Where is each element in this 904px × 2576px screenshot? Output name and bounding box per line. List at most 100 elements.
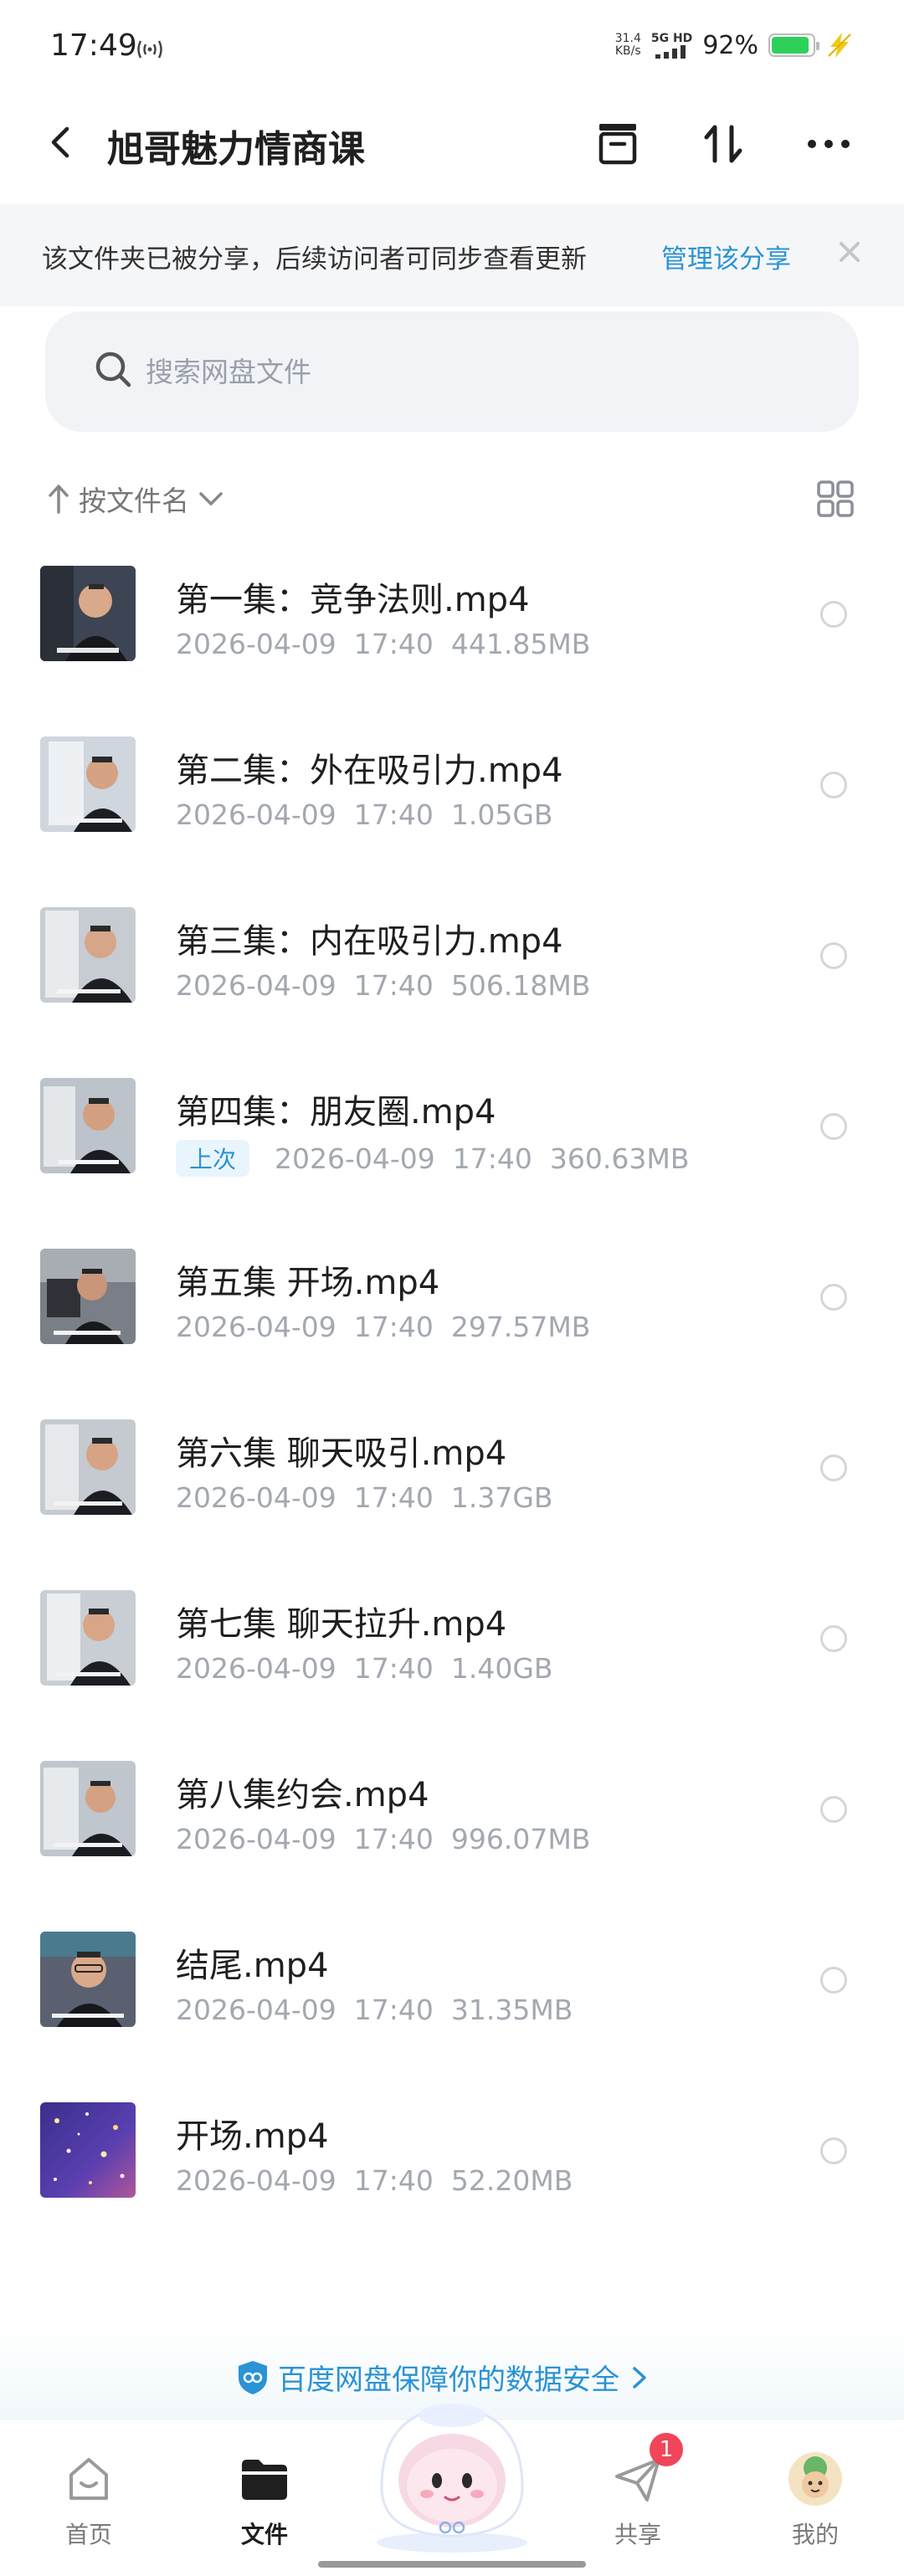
select-checkbox[interactable]: [820, 601, 847, 628]
file-time: 17:40: [353, 1652, 434, 1685]
select-checkbox[interactable]: [820, 1796, 847, 1823]
select-checkbox[interactable]: [820, 1967, 847, 1994]
close-icon[interactable]: [835, 238, 864, 266]
grid-view-icon[interactable]: [815, 479, 855, 519]
file-row[interactable]: 第五集 开场.mp4 2026-04-09 17:40 297.57MB: [0, 1227, 904, 1398]
select-checkbox[interactable]: [820, 1113, 847, 1140]
chevron-down-icon: [199, 492, 223, 505]
file-date: 2026-04-09: [176, 2164, 336, 2197]
avatar-icon: [788, 2452, 842, 2506]
select-checkbox[interactable]: [820, 1625, 847, 1652]
net-speed-unit: KB/s: [614, 44, 641, 58]
folder-icon: [242, 2460, 287, 2500]
file-row[interactable]: 结尾.mp4 2026-04-09 17:40 31.35MB: [0, 1910, 904, 2081]
nav-me-label: 我的: [791, 2521, 839, 2548]
battery-cap: [816, 42, 819, 50]
video-thumbnail: [40, 566, 136, 661]
nav-files[interactable]: 文件: [206, 2450, 323, 2550]
file-date: 2026-04-09: [176, 1311, 336, 1343]
file-meta: 2026-04-09 17:40 52.20MB: [176, 2164, 573, 2197]
search-box[interactable]: [45, 311, 859, 432]
file-row[interactable]: 第七集 聊天拉升.mp4 2026-04-09 17:40 1.40GB: [0, 1568, 904, 1739]
select-checkbox[interactable]: [820, 942, 847, 969]
file-name: 第六集 聊天吸引.mp4: [176, 1434, 507, 1473]
video-thumbnail: [40, 736, 136, 832]
file-row[interactable]: 第二集：外在吸引力.mp4 2026-04-09 17:40 1.05GB: [0, 715, 904, 885]
search-input[interactable]: [146, 345, 815, 398]
home-indicator: [318, 2561, 586, 2568]
nav-home[interactable]: 首页: [30, 2450, 147, 2550]
archive-icon[interactable]: [593, 119, 643, 169]
nav-share[interactable]: 1 共享: [579, 2433, 696, 2550]
file-size: 31.35MB: [450, 1994, 573, 2026]
shield-icon: [239, 2360, 267, 2394]
file-row[interactable]: 第六集 聊天吸引.mp4 2026-04-09 17:40 1.37GB: [0, 1398, 904, 1568]
signal-icon: [655, 44, 686, 59]
file-time: 17:40: [452, 1142, 532, 1175]
file-size: 1.37GB: [450, 1481, 553, 1514]
last-viewed-badge: 上次: [176, 1140, 250, 1177]
file-size: 441.85MB: [450, 628, 591, 660]
file-name: 第八集约会.mp4: [176, 1776, 429, 1814]
file-meta: 2026-04-09 17:40 441.85MB: [176, 628, 590, 660]
more-dots-icon[interactable]: [804, 119, 854, 169]
status-bar: 17:49 31.4 KB/s 5G HD 92%: [0, 0, 904, 92]
battery-icon: [768, 33, 819, 57]
file-name: 第三集：内在吸引力.mp4: [176, 922, 563, 961]
nfc-icon: [137, 40, 162, 59]
video-thumbnail: [40, 1419, 136, 1515]
file-date: 2026-04-09: [275, 1142, 435, 1175]
share-notice-banner: 该文件夹已被分享，后续访问者可同步查看更新 管理该分享: [0, 204, 904, 306]
arrow-up-icon: [49, 485, 69, 514]
file-time: 17:40: [353, 969, 434, 1002]
file-time: 17:40: [353, 1311, 434, 1343]
file-date: 2026-04-09: [176, 628, 336, 660]
sort-label: 按文件名: [79, 485, 189, 517]
battery-fill: [772, 37, 809, 54]
file-meta: 2026-04-09 17:40 1.40GB: [176, 1652, 553, 1685]
file-row[interactable]: 第三集：内在吸引力.mp4 2026-04-09 17:40 506.18MB: [0, 885, 904, 1056]
back-arrow-icon[interactable]: [42, 122, 82, 162]
file-time: 17:40: [353, 1994, 434, 2026]
sort-arrows-icon[interactable]: [698, 119, 748, 169]
video-thumbnail: [40, 1590, 136, 1686]
file-date: 2026-04-09: [176, 1652, 336, 1685]
mascot-icon[interactable]: [362, 2387, 542, 2554]
video-thumbnail: [40, 1932, 136, 2027]
page-title: 旭哥魅力情商课: [107, 128, 365, 171]
file-row[interactable]: 第一集：竞争法则.mp4 2026-04-09 17:40 441.85MB: [0, 544, 904, 715]
select-checkbox[interactable]: [820, 2137, 847, 2164]
home-icon: [69, 2458, 108, 2500]
file-size: 506.18MB: [450, 969, 591, 1002]
nav-home-label: 首页: [64, 2521, 112, 2548]
status-time: 17:49: [50, 28, 137, 63]
file-size: 996.07MB: [450, 1823, 591, 1855]
file-size: 1.40GB: [450, 1652, 553, 1685]
share-notice-text: 该文件夹已被分享，后续访问者可同步查看更新: [42, 244, 587, 275]
file-name: 第一集：竞争法则.mp4: [176, 581, 530, 619]
file-name: 开场.mp4: [176, 2117, 329, 2156]
sort-control[interactable]: 按文件名: [45, 474, 226, 524]
file-time: 17:40: [353, 2164, 434, 2197]
file-size: 52.20MB: [450, 2164, 573, 2197]
file-meta: 2026-04-09 17:40 506.18MB: [176, 969, 590, 1002]
file-time: 17:40: [353, 1481, 434, 1514]
manage-share-link[interactable]: 管理该分享: [661, 238, 791, 275]
file-meta: 2026-04-09 17:40 996.07MB: [176, 1823, 590, 1855]
select-checkbox[interactable]: [820, 772, 847, 798]
file-row[interactable]: 开场.mp4 2026-04-09 17:40 52.20MB: [0, 2081, 904, 2251]
file-meta: 2026-04-09 17:40 297.57MB: [176, 1311, 590, 1343]
nav-files-label: 文件: [240, 2521, 288, 2548]
network-type: 5G HD: [651, 32, 692, 59]
file-meta: 2026-04-09 17:40 1.37GB: [176, 1481, 553, 1514]
file-date: 2026-04-09: [176, 969, 336, 1002]
file-row[interactable]: 第四集：朋友圈.mp4 上次 2026-04-09 17:40 360.63MB: [0, 1056, 904, 1227]
video-thumbnail: [40, 2102, 136, 2198]
select-checkbox[interactable]: [820, 1455, 847, 1481]
file-time: 17:40: [353, 798, 434, 831]
file-row[interactable]: 第八集约会.mp4 2026-04-09 17:40 996.07MB: [0, 1739, 904, 1910]
share-badge: 1: [650, 2433, 683, 2466]
video-thumbnail: [40, 907, 136, 1003]
select-checkbox[interactable]: [820, 1284, 847, 1311]
nav-me[interactable]: 我的: [757, 2450, 874, 2550]
